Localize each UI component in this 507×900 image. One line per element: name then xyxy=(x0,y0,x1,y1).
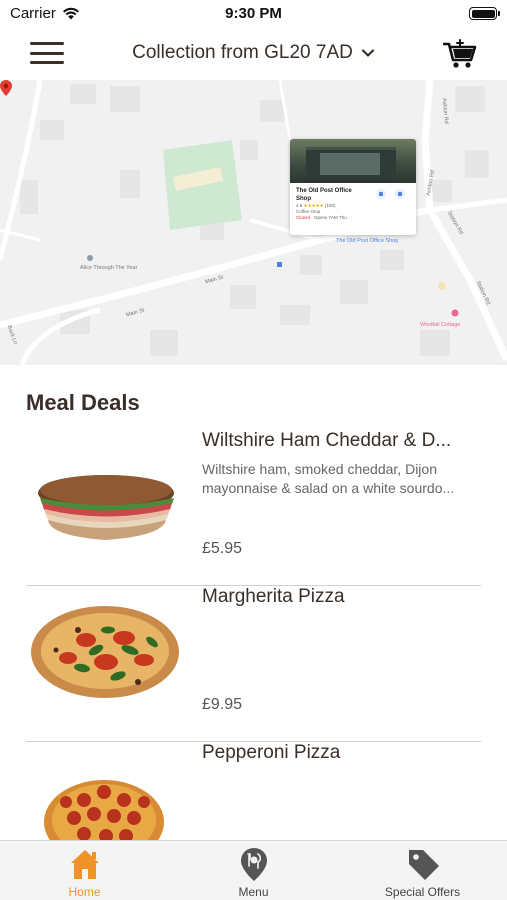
map-place-label: Alice Through The Year xyxy=(80,265,138,271)
pizza-image xyxy=(31,606,179,698)
tab-home[interactable]: Home xyxy=(0,841,169,900)
item-name: Margherita Pizza xyxy=(202,586,345,607)
tag-icon xyxy=(408,850,439,880)
tab-menu[interactable]: Menu xyxy=(169,841,338,900)
tab-bar: Home Menu Special Offers xyxy=(0,840,507,900)
item-name: Wiltshire Ham Cheddar & D... xyxy=(202,430,452,451)
rating-stars: ★★★★★ xyxy=(303,203,324,208)
location-map[interactable]: Alice Through The Year Windfall Cottage … xyxy=(0,80,507,365)
menu-item[interactable]: Wiltshire Ham Cheddar & D... Wiltshire h… xyxy=(0,430,507,586)
pin-label: The Old Post Office Shop xyxy=(336,238,399,244)
tab-label: Home xyxy=(68,885,101,899)
home-icon xyxy=(70,850,99,879)
place-info-card[interactable]: The Old Post Office Shop 4.6 ★★★★★ (150)… xyxy=(290,139,416,235)
menu-item[interactable]: Margherita Pizza £9.95 xyxy=(0,586,507,742)
nav-bar: Collection from GL20 7AD xyxy=(0,28,507,80)
item-price: £9.95 xyxy=(202,696,243,713)
map-marker-icon xyxy=(240,848,267,881)
tab-label: Menu xyxy=(238,885,269,899)
tab-label: Special Offers xyxy=(384,885,461,899)
status-bar: Carrier 9:30 PM xyxy=(0,0,507,28)
status-time: 9:30 PM xyxy=(225,5,282,22)
shop-photo xyxy=(290,139,416,183)
collection-selector[interactable]: Collection from GL20 7AD xyxy=(0,42,507,64)
tab-special-offers[interactable]: Special Offers xyxy=(338,841,507,900)
map-place-label: Windfall Cottage xyxy=(420,322,461,328)
item-price: £5.95 xyxy=(202,540,243,557)
cart-icon[interactable] xyxy=(443,38,477,70)
chevron-down-icon xyxy=(361,49,374,57)
item-description: Wiltshire ham, smoked cheddar, Dijon may… xyxy=(202,461,455,496)
item-name: Pepperoni Pizza xyxy=(202,742,341,763)
place-name: The Old Post Office Shop xyxy=(296,188,352,202)
place-hours: Closed · Opens 7AM Thu xyxy=(296,215,347,220)
sandwich-image xyxy=(38,475,174,540)
directions-icon[interactable] xyxy=(376,189,386,199)
location-pin-icon xyxy=(0,80,12,96)
save-place-icon[interactable] xyxy=(395,189,405,199)
section-title: Meal Deals xyxy=(26,390,140,415)
battery-icon xyxy=(469,7,500,20)
collection-label: Collection from GL20 7AD xyxy=(132,42,353,63)
